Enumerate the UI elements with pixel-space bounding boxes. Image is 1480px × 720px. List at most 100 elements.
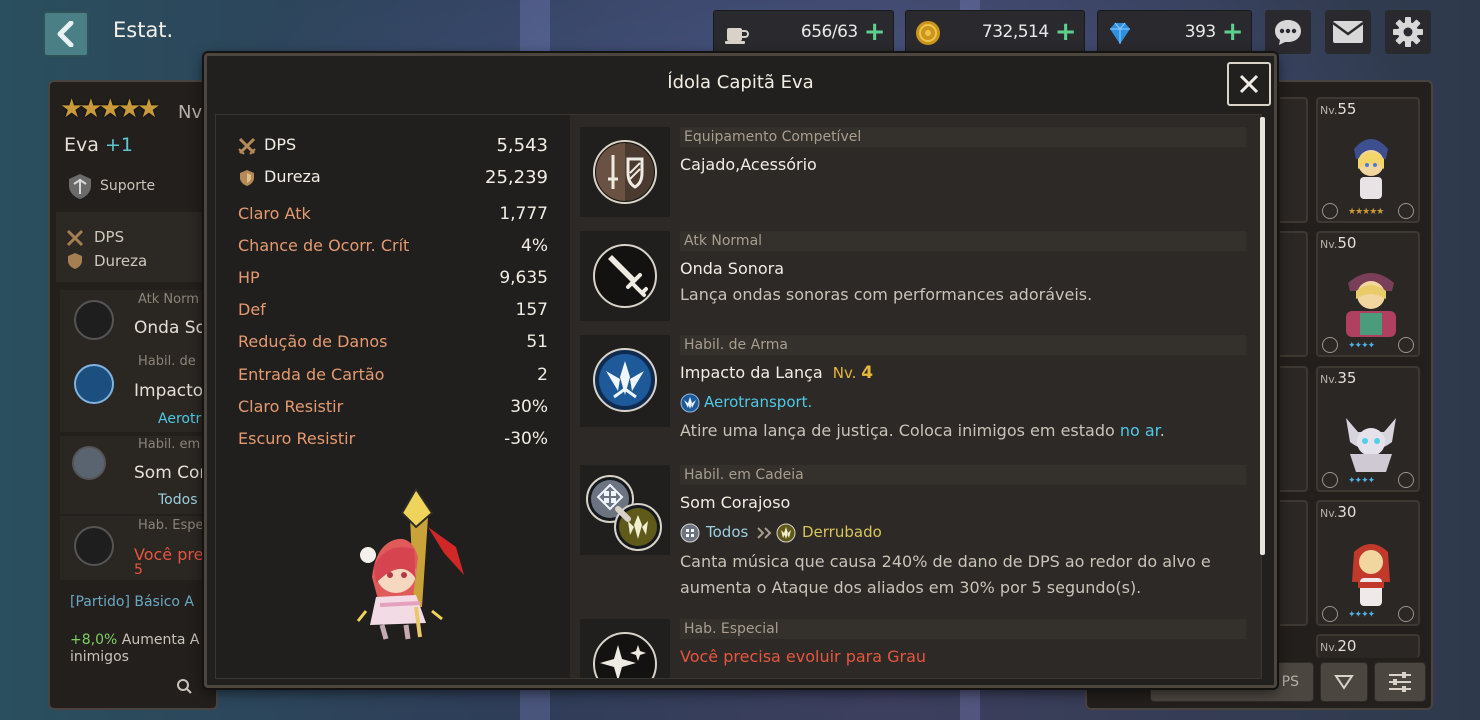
normal-attack-block: Atk Normal Onda Sonora Lança ondas sonor…: [580, 231, 1252, 323]
hero-skill-name: Onda So: [134, 318, 206, 338]
skill-name-row: Impacto da Lança Nv. 4: [680, 363, 873, 383]
diamond-gem-icon: [1110, 22, 1130, 44]
stat-label: Entrada de Cartão: [238, 365, 385, 384]
stamina-counter[interactable]: 656/63 +: [713, 10, 894, 54]
hero-card-role-icon: [1322, 337, 1338, 353]
back-button[interactable]: [43, 11, 89, 57]
hero-portrait: [1346, 418, 1396, 472]
stat-label: Redução de Danos: [238, 332, 388, 351]
skill-name: Onda Sonora: [680, 259, 785, 278]
gem-counter[interactable]: 393 +: [1097, 10, 1252, 54]
chat-button[interactable]: [1265, 10, 1311, 54]
hero-card-level: Nv.30: [1320, 503, 1357, 521]
settings-button[interactable]: [1385, 10, 1431, 54]
plus-icon[interactable]: +: [1055, 19, 1077, 45]
shield-icon: [68, 253, 82, 269]
hero-toughness-label: Dureza: [94, 252, 148, 270]
party-bonus-title: [Partido] Básico A: [70, 594, 195, 610]
hero-info-modal: Ídola Capitã Eva DPS 5,543 Dureza 25,239…: [204, 53, 1277, 688]
hero-card-stars: ✦✦✦✦: [1348, 610, 1375, 620]
stat-value: -30%: [504, 429, 548, 449]
chain-skill-icon: [586, 475, 662, 551]
stat-row: HP 9,635: [238, 268, 548, 292]
stat-row: Chance de Ocorr. Crít 4%: [238, 236, 548, 260]
hero-card-stars: ✦✦✦✦: [1348, 341, 1375, 351]
mail-button[interactable]: [1325, 10, 1371, 54]
stamina-value: 656/63: [800, 22, 858, 42]
wing-emblem-icon: [593, 348, 657, 412]
chain-from-tag: Todos: [706, 523, 749, 541]
stat-label: Claro Resistir: [238, 397, 344, 416]
hero-card-partial[interactable]: [1280, 231, 1308, 357]
chain-to-tag: Derrubado: [802, 523, 882, 541]
hero-card-role-icon: [1322, 606, 1338, 622]
gold-counter[interactable]: 732,514 +: [905, 10, 1085, 54]
hero-card[interactable]: Nv.55 ★★★★★: [1316, 97, 1420, 223]
modal-content: DPS 5,543 Dureza 25,239 Claro Atk 1,777 C…: [215, 114, 1265, 679]
hero-card-level: Nv.20: [1320, 637, 1357, 655]
icon-box: [580, 619, 670, 678]
wing-emblem-icon: [680, 393, 700, 413]
hero-card-stars: ✦✦✦✦: [1348, 476, 1375, 486]
hero-card-role-icon: [1322, 472, 1338, 488]
stat-row: Escuro Resistir -30%: [238, 429, 548, 453]
close-button[interactable]: [1227, 62, 1271, 106]
hero-skill-category: Habil. de: [138, 354, 196, 369]
party-bonus-text: +8,0% Aumenta Ainimigos: [70, 632, 200, 665]
stat-value: 2: [537, 365, 548, 385]
hero-card-element-icon: [1398, 203, 1414, 219]
hero-card-element-icon: [1398, 606, 1414, 622]
hero-skill-name: Som Cor: [134, 463, 207, 483]
page-title: Estat.: [113, 18, 174, 42]
hero-card-level: Nv.50: [1320, 234, 1357, 252]
stat-value: 5,543: [496, 135, 548, 156]
hero-skill-name: Você pre: [134, 545, 204, 564]
chain-skill-block: Habil. em Cadeia Som Corajoso Todos Derr…: [580, 465, 1252, 605]
hero-card[interactable]: Nv.20: [1316, 634, 1420, 658]
hero-card[interactable]: Nv.35 ✦✦✦✦: [1316, 366, 1420, 492]
hero-skill-tag: Aerotr: [158, 411, 202, 427]
plus-icon[interactable]: +: [1222, 19, 1244, 45]
stats-panel: DPS 5,543 Dureza 25,239 Claro Atk 1,777 C…: [216, 115, 568, 678]
skill-category: Habil. de Arma: [680, 335, 1246, 355]
chevron-left-icon: [57, 21, 74, 47]
sparkle-icon: [74, 526, 114, 566]
stat-label: DPS: [264, 135, 297, 154]
stat-row-dps: DPS 5,543: [238, 135, 548, 159]
double-chevron-right-icon: [757, 527, 772, 539]
stat-value: 30%: [510, 397, 548, 417]
hero-card[interactable]: Nv.50 ✦✦✦✦: [1316, 231, 1420, 357]
all-targets-icon: [680, 523, 700, 543]
skill-name: Cajado,Acessório: [680, 155, 817, 174]
chain-skill-icon: [72, 446, 106, 480]
filter-button[interactable]: [1374, 662, 1426, 702]
skill-category: Habil. em Cadeia: [680, 465, 1246, 485]
search-icon[interactable]: [176, 678, 192, 694]
skill-description: Lança ondas sonoras com performances ado…: [680, 285, 1093, 304]
plus-icon[interactable]: +: [864, 19, 886, 45]
sort-order-button[interactable]: [1320, 662, 1368, 702]
hero-card[interactable]: Nv.30 ✦✦✦✦: [1316, 500, 1420, 626]
hero-card-partial[interactable]: [1280, 500, 1308, 626]
special-skill-block: Hab. Especial Você precisa evoluir para …: [580, 619, 1252, 678]
stat-value: 4%: [521, 236, 548, 256]
gear-icon: [1393, 17, 1423, 47]
knocked-down-icon: [776, 523, 796, 543]
stat-row: Def 157: [238, 300, 548, 324]
chat-bubble-icon: [1275, 20, 1301, 45]
gem-value: 393: [1184, 22, 1216, 42]
skill-category: Atk Normal: [680, 231, 1246, 251]
hero-card-partial[interactable]: [1280, 97, 1308, 223]
skill-category: Hab. Especial: [680, 619, 1246, 639]
envelope-icon: [1332, 21, 1364, 43]
hero-dps-label: DPS: [94, 228, 125, 246]
hero-level-label: Nv: [178, 102, 203, 123]
stat-value: 9,635: [499, 268, 548, 288]
scrollbar[interactable]: [1260, 117, 1265, 555]
hero-card-partial[interactable]: [1280, 366, 1308, 492]
hero-card-element-icon: [1398, 337, 1414, 353]
stat-label: Claro Atk: [238, 204, 311, 223]
hero-name: Eva +1: [64, 134, 133, 156]
hero-sprite: [356, 487, 464, 640]
stat-row: Claro Atk 1,777: [238, 204, 548, 228]
